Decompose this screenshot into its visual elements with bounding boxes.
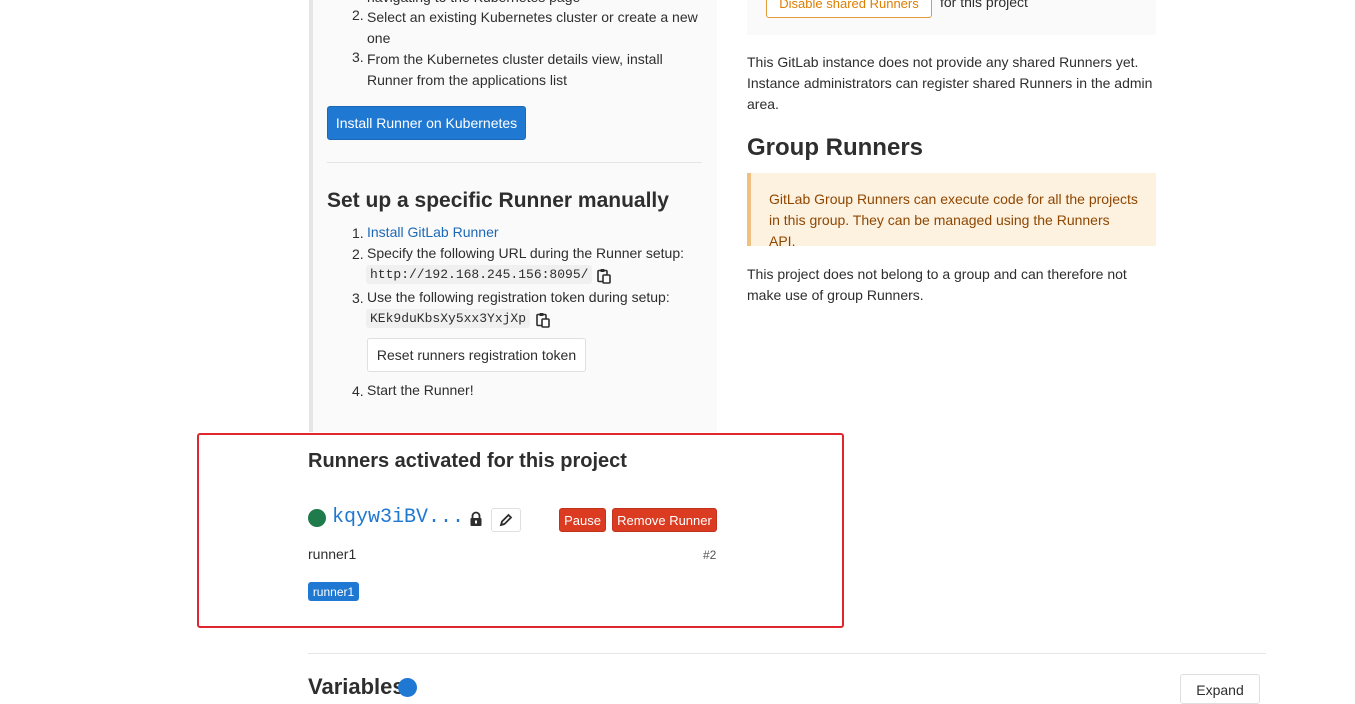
copy-token-button[interactable]	[536, 312, 550, 333]
url-instruction: Specify the following URL during the Run…	[367, 245, 684, 261]
disable-shared-suffix: for this project	[940, 0, 1028, 10]
disable-shared-runners-button[interactable]: Disable shared Runners	[766, 0, 932, 18]
clipboard-icon	[597, 269, 611, 284]
lock-icon	[469, 511, 483, 532]
edit-runner-button[interactable]	[491, 508, 521, 532]
token-instruction: Use the following registration token dur…	[367, 289, 670, 305]
install-gitlab-runner-link[interactable]: Install GitLab Runner	[367, 222, 499, 243]
runner-status-icon	[308, 509, 326, 527]
activated-runners-title: Runners activated for this project	[308, 450, 627, 472]
start-runner-step: Start the Runner!	[367, 382, 474, 398]
divider	[308, 653, 1266, 654]
list-number: 2.	[352, 246, 364, 262]
install-runner-kubernetes-button[interactable]: Install Runner on Kubernetes	[327, 106, 526, 140]
runner-token-link[interactable]: kqyw3iBV...	[332, 506, 464, 529]
group-runners-notice-text: GitLab Group Runners can execute code fo…	[769, 191, 1138, 249]
group-runners-notice: GitLab Group Runners can execute code fo…	[747, 173, 1156, 249]
divider	[327, 162, 702, 163]
pause-runner-button[interactable]: Pause	[559, 508, 606, 532]
list-number: 1.	[352, 225, 364, 241]
remove-runner-button[interactable]: Remove Runner	[612, 508, 717, 532]
list-item-step-3: From the Kubernetes cluster details view…	[367, 51, 663, 88]
expand-variables-button[interactable]: Expand	[1180, 674, 1260, 704]
shared-runners-info: This GitLab instance does not provide an…	[747, 54, 1153, 112]
list-number: 3.	[352, 290, 364, 306]
list-number: 4.	[352, 383, 364, 399]
reset-registration-token-button[interactable]: Reset runners registration token	[367, 338, 586, 372]
copy-url-button[interactable]	[597, 268, 611, 289]
pencil-icon	[499, 513, 513, 527]
group-runners-info: This project does not belong to a group …	[747, 266, 1127, 303]
clipboard-icon	[536, 313, 550, 328]
variables-title: Variables	[308, 674, 405, 699]
registration-token-code: KEk9duKbsXy5xx3YxjXp	[366, 309, 531, 328]
manual-setup-title: Set up a specific Runner manually	[327, 189, 669, 212]
list-item-step-2: Select an existing Kubernetes cluster or…	[367, 9, 698, 46]
list-number: 2.	[352, 7, 364, 23]
runner-url-code: http://192.168.245.156:8095/	[366, 265, 593, 284]
runner-tag-badge: runner1	[308, 582, 359, 601]
group-runners-title: Group Runners	[747, 134, 924, 161]
list-number: 3.	[352, 49, 364, 65]
runner-description: runner1	[308, 546, 357, 562]
runner-id: #2	[703, 548, 717, 562]
